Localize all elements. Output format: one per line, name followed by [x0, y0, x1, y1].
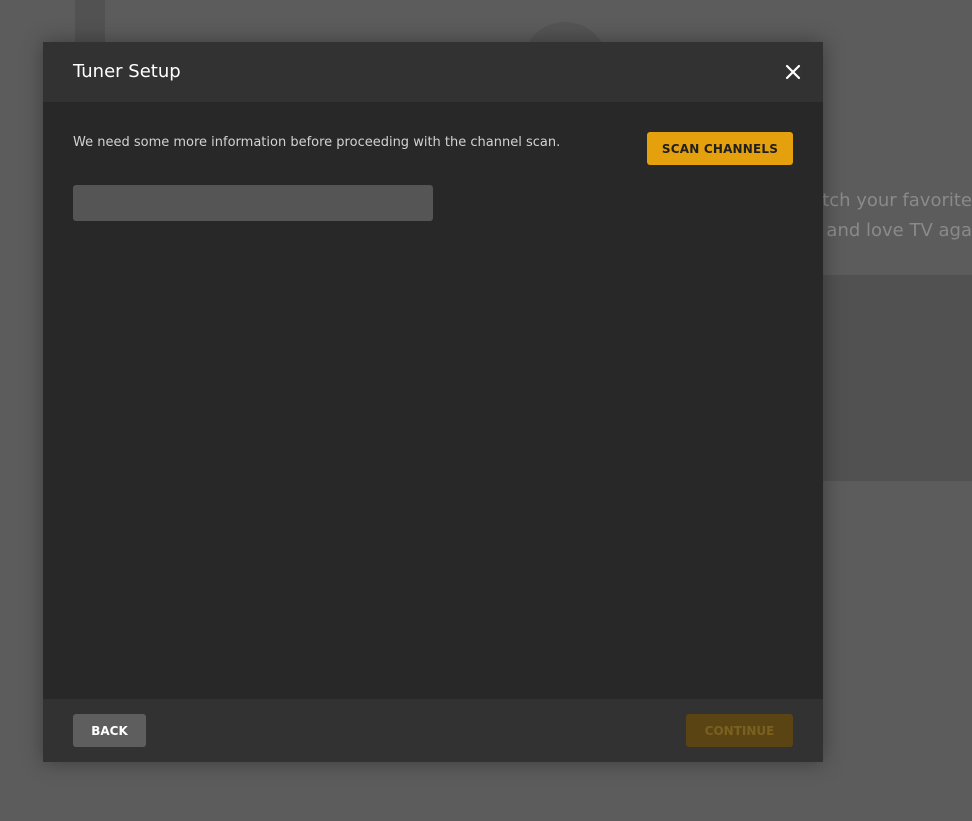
modal-title: Tuner Setup: [73, 61, 181, 82]
modal-header: Tuner Setup: [43, 42, 823, 102]
close-button[interactable]: [781, 60, 805, 84]
tuner-setup-modal: Tuner Setup We need some more informatio…: [43, 42, 823, 762]
scan-channels-button[interactable]: SCAN CHANNELS: [647, 132, 793, 165]
tuner-select-field[interactable]: [73, 185, 433, 221]
close-icon: [785, 64, 801, 80]
background-sidebar: [75, 0, 105, 42]
modal-footer: BACK CONTINUE: [43, 699, 823, 762]
back-button[interactable]: BACK: [73, 714, 146, 747]
continue-button[interactable]: CONTINUE: [686, 714, 793, 747]
info-text: We need some more information before pro…: [73, 135, 561, 150]
